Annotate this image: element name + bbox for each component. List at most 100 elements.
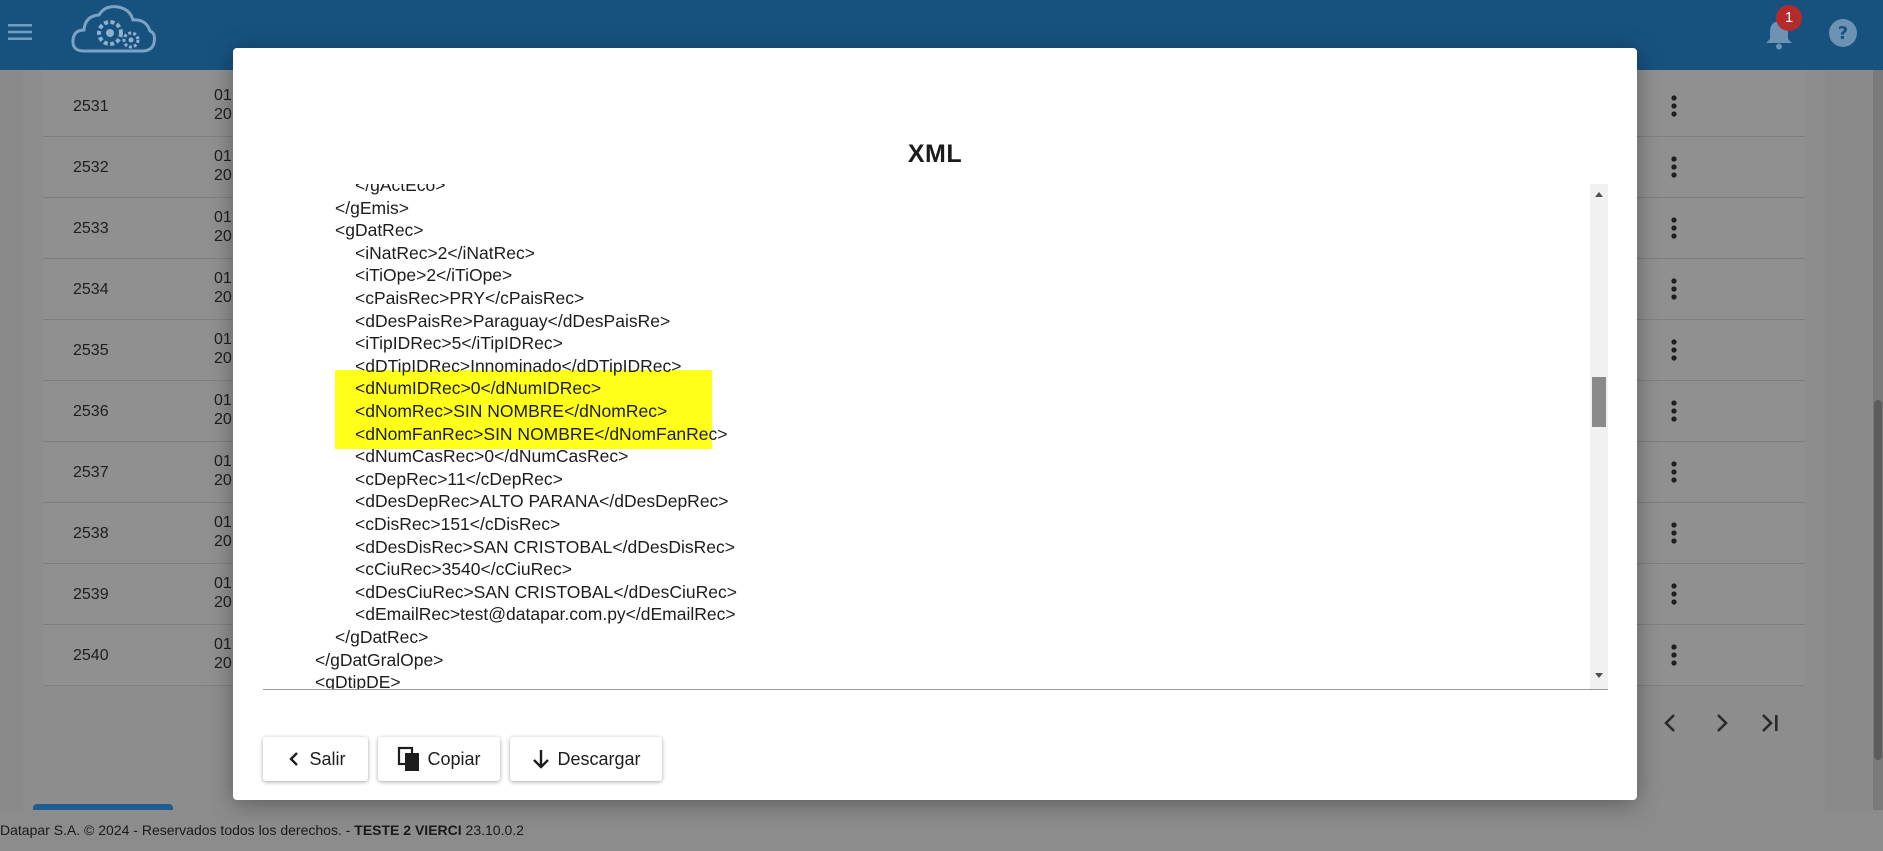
row-id: 2531 <box>73 98 109 115</box>
row-id: 2536 <box>73 403 109 420</box>
row-date-line1: 01 <box>214 514 232 531</box>
row-id: 2540 <box>73 647 109 664</box>
row-date-line1: 01 <box>214 87 232 104</box>
exit-button[interactable]: Salir <box>263 737 368 781</box>
more-vert-icon[interactable] <box>1670 338 1678 362</box>
dialog-title: XML <box>907 140 963 168</box>
arrow-down-icon <box>533 750 550 769</box>
row-date-line2: 20 <box>214 655 232 672</box>
xml-line: </gDatRec> <box>335 627 429 647</box>
last-page-icon[interactable] <box>1757 710 1783 736</box>
row-date-line1: 01 <box>214 209 232 226</box>
xml-line: <dNumIDRec>0</dNumIDRec> <box>355 378 602 399</box>
row-date-line2: 20 <box>214 106 232 123</box>
xml-line: </gActEco> <box>355 184 446 195</box>
xml-line: <dDesCiuRec>SAN CRISTOBAL</dDesCiuRec> <box>355 581 737 602</box>
scroll-up-arrow-icon[interactable] <box>1594 190 1604 198</box>
scroll-down-arrow-icon[interactable] <box>1594 672 1604 680</box>
xml-line: <dDesPaisRe>Paraguay</dDesPaisRe> <box>355 310 671 331</box>
xml-line: <gDtipDE> <box>315 672 401 690</box>
row-date: 01 20 <box>214 452 232 490</box>
xml-line: <gDatRec> <box>335 220 424 241</box>
footer-version: 23.10.0.2 <box>461 822 524 838</box>
row-date: 01 20 <box>214 330 232 368</box>
row-date-line1: 01 <box>214 453 232 470</box>
row-date-line1: 01 <box>214 575 232 592</box>
xml-line: </gDatGralOpe> <box>315 649 444 670</box>
xml-line: <dNumCasRec>0</dNumCasRec> <box>355 446 629 467</box>
row-date: 01 20 <box>214 269 232 307</box>
row-date-line1: 01 <box>214 331 232 348</box>
row-date-line1: 01 <box>214 636 232 653</box>
xml-line: <iTiOpe>2</iTiOpe> <box>355 265 513 286</box>
chevron-right-icon[interactable] <box>1708 710 1734 736</box>
row-date-line2: 20 <box>214 228 232 245</box>
row-date-line1: 01 <box>214 270 232 287</box>
row-date: 01 20 <box>214 513 232 551</box>
footer-environment: TESTE 2 VIERCI <box>354 822 462 838</box>
xml-line: <iNatRec>2</iNatRec> <box>355 242 535 263</box>
row-date: 01 20 <box>214 635 232 673</box>
svg-text:?: ? <box>1838 23 1848 44</box>
copy-icon <box>398 746 420 771</box>
more-vert-icon[interactable] <box>1670 399 1678 423</box>
xml-line: <cCiuRec>3540</cCiuRec> <box>355 559 572 580</box>
xml-line: <dDTipIDRec>Innominado</dDTipIDRec> <box>355 355 682 376</box>
more-vert-icon[interactable] <box>1670 94 1678 118</box>
row-date-line2: 20 <box>214 350 232 367</box>
help-icon[interactable]: ? <box>1828 18 1858 48</box>
exit-button-label: Salir <box>309 748 346 769</box>
xml-line: <dEmailRec>test@datapar.com.py</dEmailRe… <box>355 604 736 625</box>
more-vert-icon[interactable] <box>1670 277 1678 301</box>
xml-line: <dNomFanRec>SIN NOMBRE</dNomFanRec> <box>355 423 728 444</box>
row-id: 2538 <box>73 525 109 542</box>
notification-badge: 1 <box>1776 5 1802 31</box>
copy-button-label: Copiar <box>427 748 481 769</box>
row-id: 2534 <box>73 281 109 298</box>
row-date: 01 20 <box>214 208 232 246</box>
row-date-line1: 01 <box>214 148 232 165</box>
footer-copyright: Datapar S.A. © 2024 - Reservados todos l… <box>0 822 355 838</box>
row-id: 2535 <box>73 342 109 359</box>
chevron-left-icon <box>289 752 299 766</box>
xml-viewer[interactable]: </gActEco> </gEmis> <gDatRec> <iNatRec>2</i… <box>263 184 1608 690</box>
xml-line: <cDepRec>11</cDepRec> <box>355 468 563 489</box>
xml-scrollbar[interactable] <box>1590 184 1608 689</box>
more-vert-icon[interactable] <box>1670 460 1678 484</box>
download-button-label: Descargar <box>557 748 641 769</box>
more-vert-icon[interactable] <box>1670 643 1678 667</box>
xml-line: <cDisRec>151</cDisRec> <box>355 514 561 534</box>
row-date: 01 20 <box>214 574 232 612</box>
more-vert-icon[interactable] <box>1670 216 1678 240</box>
xml-dialog: XML </gActEco> </gEmis> <gDatRec> <iNatRec>… <box>233 48 1637 800</box>
row-date: 01 20 <box>214 86 232 124</box>
xml-line: <dDesDepRec>ALTO PARANA</dDesDepRec> <box>355 491 729 512</box>
more-vert-icon[interactable] <box>1670 155 1678 179</box>
xml-line: <iTipIDRec>5</iTipIDRec> <box>355 333 563 354</box>
chevron-left-icon[interactable] <box>1658 710 1684 736</box>
row-id: 2539 <box>73 586 109 603</box>
xml-scrollbar-thumb[interactable] <box>1592 377 1606 427</box>
more-vert-icon[interactable] <box>1670 521 1678 545</box>
row-date-line2: 20 <box>214 472 232 489</box>
row-date-line2: 20 <box>214 594 232 611</box>
cloud-gears-logo-icon[interactable] <box>70 3 156 59</box>
row-id: 2537 <box>73 464 109 481</box>
xml-line: <cPaisRec>PRY</cPaisRec> <box>355 288 585 308</box>
xml-line: <dNomRec>SIN NOMBRE</dNomRec> <box>355 401 668 421</box>
xml-line: <dDesDisRec>SAN CRISTOBAL</dDesDisRec> <box>355 536 735 557</box>
row-date-line2: 20 <box>214 167 232 184</box>
row-date-line1: 01 <box>214 392 232 409</box>
row-date-line2: 20 <box>214 289 232 306</box>
more-vert-icon[interactable] <box>1670 582 1678 606</box>
row-id: 2533 <box>73 220 109 237</box>
download-button[interactable]: Descargar <box>510 737 662 781</box>
menu-icon[interactable] <box>8 20 32 44</box>
row-date-line2: 20 <box>214 411 232 428</box>
row-date-line2: 20 <box>214 533 232 550</box>
row-date: 01 20 <box>214 147 232 185</box>
xml-line: </gEmis> <box>335 197 409 218</box>
copy-button[interactable]: Copiar <box>378 737 500 781</box>
row-date: 01 20 <box>214 391 232 429</box>
page-scrollbar-thumb[interactable] <box>1874 400 1882 760</box>
